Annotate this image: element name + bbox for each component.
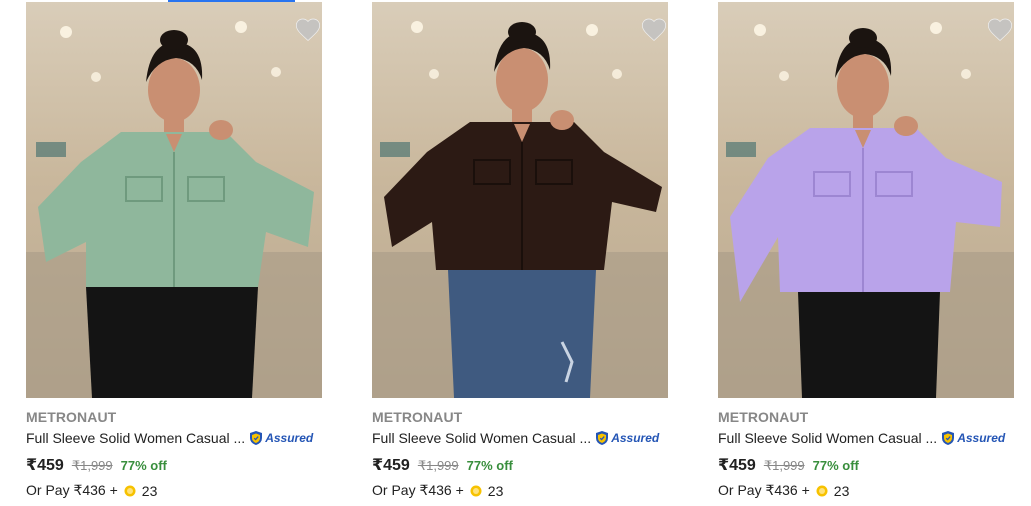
- product-grid: METRONAUT Full Sleeve Solid Women Casual…: [0, 0, 1031, 506]
- assured-badge-icon: [596, 431, 609, 445]
- product-photo: [718, 2, 1014, 398]
- selling-price: ₹459: [718, 457, 756, 474]
- coin-count: 23: [141, 482, 158, 499]
- heart-icon[interactable]: [640, 16, 668, 44]
- original-price: ₹1,999: [417, 458, 459, 473]
- product-card[interactable]: METRONAUT Full Sleeve Solid Women Casual…: [370, 0, 670, 506]
- product-title[interactable]: Full Sleeve Solid Women Casual ...: [372, 430, 591, 446]
- supercoin-icon: [816, 485, 828, 496]
- product-photo: [26, 2, 322, 398]
- original-price: ₹1,999: [71, 458, 113, 473]
- supercoin-offer: Or Pay ₹436 + 23: [718, 482, 849, 499]
- title-row: Full Sleeve Solid Women Casual ... Assur…: [718, 429, 1018, 447]
- coin-count: 23: [833, 482, 850, 499]
- product-title[interactable]: Full Sleeve Solid Women Casual ...: [718, 430, 937, 446]
- product-card[interactable]: METRONAUT Full Sleeve Solid Women Casual…: [716, 0, 1016, 506]
- brand-name: METRONAUT: [26, 409, 117, 425]
- assured-badge-icon: [250, 431, 263, 445]
- product-photo: [372, 2, 668, 398]
- original-price: ₹1,999: [763, 458, 805, 473]
- product-card[interactable]: METRONAUT Full Sleeve Solid Women Casual…: [24, 0, 324, 506]
- supercoin-icon: [470, 485, 482, 496]
- coin-count: 23: [487, 482, 504, 499]
- pay-prefix: Or Pay ₹436 +: [372, 482, 464, 498]
- product-image[interactable]: [372, 2, 668, 398]
- product-image[interactable]: [718, 2, 1014, 398]
- supercoin-icon: [124, 485, 136, 496]
- heart-icon[interactable]: [986, 16, 1014, 44]
- selling-price: ₹459: [26, 457, 64, 474]
- pay-prefix: Or Pay ₹436 +: [718, 482, 810, 498]
- discount-label: 77% off: [120, 458, 167, 473]
- title-row: Full Sleeve Solid Women Casual ... Assur…: [372, 429, 672, 447]
- price-row: ₹459 ₹1,999 77% off: [718, 455, 859, 475]
- assured-badge: Assured: [594, 430, 659, 446]
- assured-label: Assured: [957, 431, 1006, 445]
- supercoin-offer: Or Pay ₹436 + 23: [372, 482, 503, 499]
- assured-badge-icon: [942, 431, 955, 445]
- product-image[interactable]: [26, 2, 322, 398]
- pay-prefix: Or Pay ₹436 +: [26, 482, 118, 498]
- assured-badge: Assured: [940, 430, 1005, 446]
- brand-name: METRONAUT: [718, 409, 809, 425]
- discount-label: 77% off: [812, 458, 859, 473]
- assured-label: Assured: [611, 431, 660, 445]
- title-row: Full Sleeve Solid Women Casual ... Assur…: [26, 429, 326, 447]
- product-title[interactable]: Full Sleeve Solid Women Casual ...: [26, 430, 245, 446]
- assured-badge: Assured: [248, 430, 313, 446]
- discount-label: 77% off: [466, 458, 513, 473]
- selling-price: ₹459: [372, 457, 410, 474]
- price-row: ₹459 ₹1,999 77% off: [372, 455, 513, 475]
- supercoin-offer: Or Pay ₹436 + 23: [26, 482, 157, 499]
- brand-name: METRONAUT: [372, 409, 463, 425]
- price-row: ₹459 ₹1,999 77% off: [26, 455, 167, 475]
- assured-label: Assured: [265, 431, 314, 445]
- heart-icon[interactable]: [294, 16, 322, 44]
